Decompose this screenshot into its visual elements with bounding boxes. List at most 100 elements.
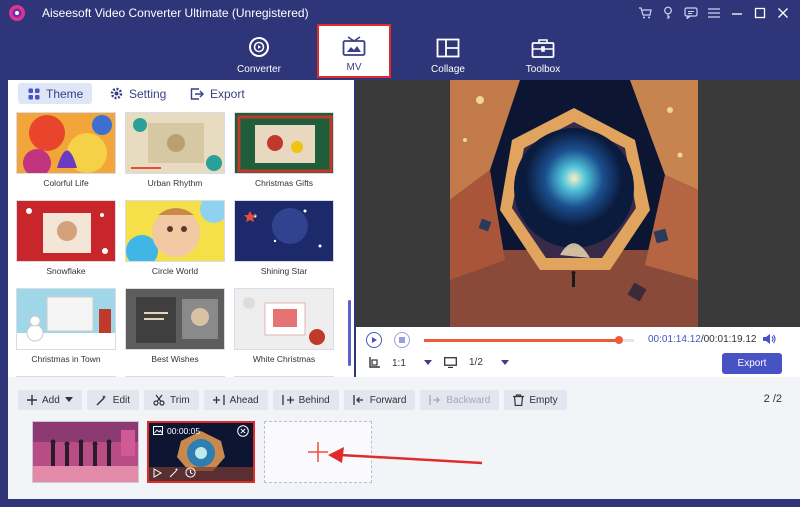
volume-icon[interactable] bbox=[762, 333, 776, 345]
play-button[interactable] bbox=[366, 332, 382, 348]
ahead-label: Ahead bbox=[229, 394, 259, 406]
video-preview bbox=[356, 80, 800, 327]
tab-toolbox-label: Toolbox bbox=[525, 64, 561, 75]
title-bar: Aiseesoft Video Converter Ultimate (Unre… bbox=[0, 0, 800, 26]
sub-tabs: Theme Setting Export bbox=[8, 80, 354, 106]
theme-panel: Theme Setting Export Colorful Life Urban… bbox=[8, 80, 354, 377]
backward-button[interactable]: Backward bbox=[420, 390, 500, 410]
theme-icon bbox=[28, 88, 40, 99]
progress-knob[interactable] bbox=[615, 336, 624, 344]
play-icon[interactable] bbox=[153, 468, 162, 478]
window-controls bbox=[633, 3, 794, 23]
tab-mv-label: MV bbox=[346, 62, 362, 73]
empty-button[interactable]: Empty bbox=[504, 390, 567, 410]
cart-icon[interactable] bbox=[633, 3, 656, 23]
stop-icon bbox=[399, 337, 405, 343]
page-current: 2 bbox=[763, 393, 770, 405]
theme-thumbnail bbox=[234, 112, 334, 174]
theme-circle-world[interactable]: Circle World bbox=[125, 200, 225, 276]
play-icon bbox=[372, 337, 377, 343]
collage-icon bbox=[436, 32, 460, 58]
backward-label: Backward bbox=[446, 394, 491, 406]
annotation-arrow bbox=[328, 447, 483, 465]
tab-collage[interactable]: Collage bbox=[413, 28, 483, 78]
theme-scrollbar[interactable] bbox=[348, 300, 351, 366]
theme-label: Colorful Life bbox=[43, 178, 89, 188]
plus-icon bbox=[27, 395, 37, 405]
feedback-icon[interactable] bbox=[679, 3, 702, 23]
trash-icon bbox=[513, 394, 525, 406]
theme-label: Christmas Gifts bbox=[254, 178, 314, 188]
theme-white-christmas[interactable]: White Christmas bbox=[234, 288, 334, 364]
subtab-setting[interactable]: Setting bbox=[100, 83, 166, 104]
preview-frame bbox=[450, 80, 698, 327]
maximize-icon[interactable] bbox=[748, 3, 771, 23]
forward-label: Forward bbox=[369, 394, 407, 406]
subtab-export-label: Export bbox=[210, 86, 245, 101]
theme-label: Christmas in Town bbox=[31, 354, 101, 364]
theme-thumbnail bbox=[125, 288, 225, 350]
subtab-theme-label: Theme bbox=[46, 86, 84, 101]
add-label: Add bbox=[42, 394, 60, 406]
trim-button[interactable]: Trim bbox=[144, 390, 199, 410]
page-total: 2 bbox=[775, 393, 782, 405]
add-button[interactable]: Add bbox=[18, 390, 82, 410]
clip-thumbnail-2[interactable]: 00:00:05 bbox=[147, 421, 255, 483]
current-time: 00:01:14.12 bbox=[648, 334, 701, 345]
theme-thumbnail bbox=[125, 200, 225, 262]
tab-converter[interactable]: Converter bbox=[224, 28, 294, 78]
aspect-ratio-select[interactable]: 1:1 bbox=[368, 357, 432, 369]
subtab-theme[interactable]: Theme bbox=[18, 83, 92, 104]
theme-shining-star[interactable]: Shining Star bbox=[234, 200, 334, 276]
clip-thumbnail-1[interactable] bbox=[32, 421, 139, 483]
tab-toolbox[interactable]: Toolbox bbox=[508, 28, 578, 78]
theme-thumbnail bbox=[16, 112, 116, 174]
stop-button[interactable] bbox=[394, 332, 410, 348]
theme-colorful-life[interactable]: Colorful Life bbox=[16, 112, 116, 188]
progress-bar[interactable] bbox=[424, 336, 634, 344]
ahead-button[interactable]: Ahead bbox=[203, 390, 268, 410]
menu-icon[interactable] bbox=[702, 3, 725, 23]
zoom-select[interactable]: 1/2 bbox=[444, 357, 509, 368]
export-button[interactable]: Export bbox=[722, 353, 782, 374]
mv-icon bbox=[342, 30, 366, 56]
theme-thumbnail bbox=[234, 200, 334, 262]
theme-best-wishes[interactable]: Best Wishes bbox=[125, 288, 225, 364]
edit-button[interactable]: Edit bbox=[86, 390, 140, 410]
theme-christmas-in-town[interactable]: Christmas in Town bbox=[16, 288, 116, 364]
time-display: 00:01:14.12/00:01:19.12 bbox=[648, 334, 756, 345]
image-icon bbox=[153, 426, 163, 435]
clock-icon[interactable] bbox=[185, 467, 196, 478]
page-counter: 2 /2 bbox=[764, 393, 782, 405]
theme-label: Best Wishes bbox=[151, 354, 199, 364]
backward-icon bbox=[429, 395, 441, 405]
scissors-icon bbox=[153, 394, 165, 406]
theme-thumbnail bbox=[125, 112, 225, 174]
chevron-down-icon bbox=[500, 359, 509, 365]
tab-mv[interactable]: MV bbox=[317, 24, 391, 78]
minimize-icon[interactable] bbox=[725, 3, 748, 23]
aspect-ratio-icon bbox=[369, 357, 380, 368]
theme-urban-rhythm[interactable]: Urban Rhythm bbox=[125, 112, 225, 188]
magic-wand-icon bbox=[96, 395, 106, 406]
app-logo-icon bbox=[9, 5, 25, 21]
total-time: 00:01:19.12 bbox=[703, 334, 757, 345]
key-icon[interactable] bbox=[656, 3, 679, 23]
clip-duration: 00:00:05 bbox=[167, 426, 201, 436]
edit-label: Edit bbox=[112, 394, 131, 406]
subtab-export[interactable]: Export bbox=[180, 83, 245, 104]
progress-fill bbox=[424, 339, 620, 342]
theme-christmas-gifts[interactable]: Christmas Gifts bbox=[234, 112, 334, 188]
theme-label: Snowflake bbox=[46, 266, 86, 276]
behind-button[interactable]: Behind bbox=[272, 390, 339, 410]
player-controls: 00:01:14.12/00:01:19.12 1:1 1/2 Export bbox=[356, 327, 800, 377]
close-icon[interactable] bbox=[237, 425, 249, 437]
magic-wand-icon[interactable] bbox=[169, 467, 180, 478]
forward-button[interactable]: Forward bbox=[343, 390, 416, 410]
ahead-icon bbox=[212, 395, 225, 405]
close-icon[interactable] bbox=[771, 3, 794, 23]
theme-thumbnail bbox=[16, 288, 116, 350]
empty-label: Empty bbox=[529, 394, 558, 406]
app-title: Aiseesoft Video Converter Ultimate (Unre… bbox=[42, 6, 309, 20]
theme-snowflake[interactable]: Snowflake bbox=[16, 200, 116, 276]
